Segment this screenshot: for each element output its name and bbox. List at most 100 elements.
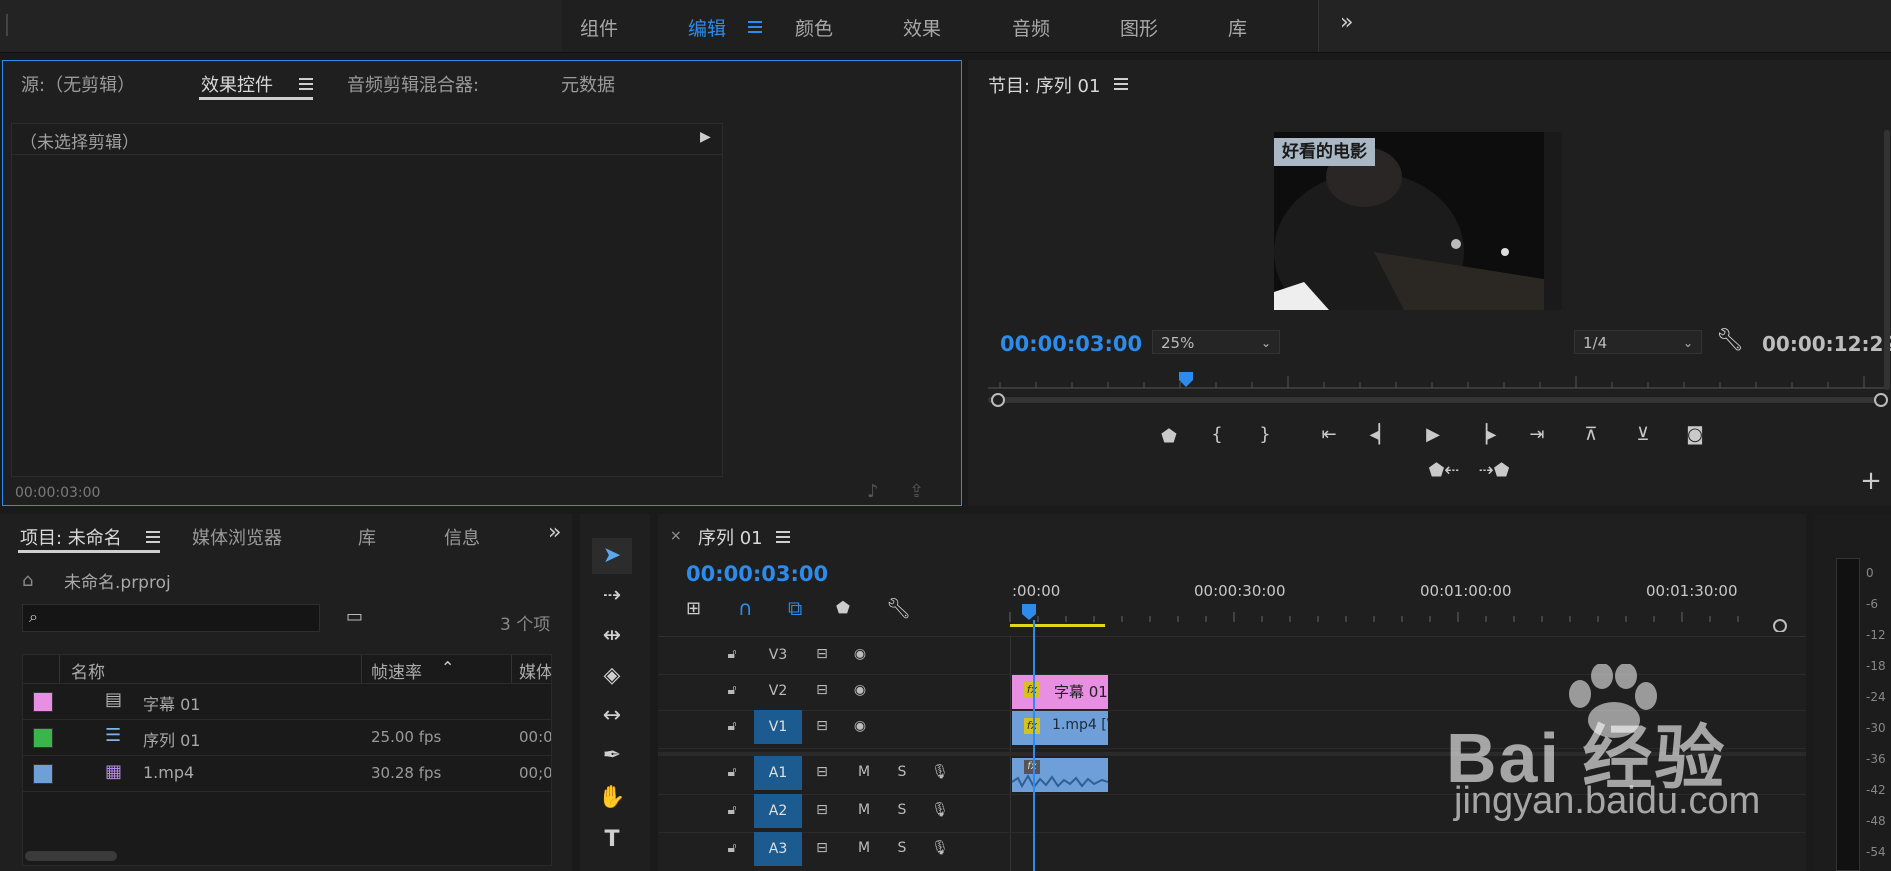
clip-audio[interactable]: fx xyxy=(1012,758,1108,792)
track-label[interactable]: A3 xyxy=(754,832,802,866)
step-back-icon[interactable]: ◂▏ xyxy=(1366,424,1396,445)
timeline-timecode[interactable]: 00:00:03:00 xyxy=(686,562,828,586)
program-current-timecode[interactable]: 00:00:03:00 xyxy=(1000,332,1142,356)
sync-lock-icon[interactable]: ⊟ xyxy=(810,764,834,780)
workspace-editing[interactable]: 编辑 xyxy=(688,14,726,41)
sync-lock-icon[interactable]: ⊟ xyxy=(810,682,834,698)
wrench-icon[interactable]: 🔧︎ xyxy=(1716,328,1744,353)
insert-icon[interactable]: ⬟⇠ xyxy=(1426,460,1462,481)
tab-libraries[interactable]: 库 xyxy=(358,524,376,550)
play-icon[interactable]: ▶ xyxy=(1418,424,1448,445)
filter-audio-icon[interactable]: ♪ xyxy=(867,481,879,502)
hand-tool-icon[interactable]: ✋ xyxy=(592,780,632,816)
nest-icon[interactable]: ⊞ xyxy=(686,598,701,619)
track-label[interactable]: V2 xyxy=(754,674,802,708)
tab-metadata[interactable]: 元数据 xyxy=(561,71,615,97)
mute-button[interactable]: M xyxy=(852,764,876,780)
more-workspaces-icon[interactable]: » xyxy=(1340,10,1353,35)
slip-tool-icon[interactable]: ↔ xyxy=(592,698,632,734)
solo-button[interactable]: S xyxy=(890,802,914,818)
lock-icon[interactable]: 🔓︎ xyxy=(720,802,744,818)
mute-button[interactable]: M xyxy=(852,840,876,856)
lock-icon[interactable]: 🔓︎ xyxy=(720,840,744,856)
track-label[interactable]: A2 xyxy=(754,794,802,828)
list-item[interactable]: ▤ 字幕 01 xyxy=(23,683,551,720)
timeline-playhead-line[interactable] xyxy=(1033,620,1035,871)
panel-menu-icon[interactable] xyxy=(776,531,790,543)
folder-up-icon[interactable]: ⌂ xyxy=(22,570,33,591)
camera-icon[interactable]: ◙ xyxy=(1680,424,1710,445)
column-frame-rate[interactable]: 帧速率 xyxy=(371,658,422,683)
tab-audio-clip-mixer[interactable]: 音频剪辑混合器: xyxy=(347,71,479,97)
clip-caption[interactable]: fx 字幕 01 xyxy=(1012,675,1108,709)
go-to-in-icon[interactable]: ⇤ xyxy=(1314,424,1344,445)
solo-button[interactable]: S xyxy=(890,840,914,856)
workspace-libraries[interactable]: 库 xyxy=(1228,14,1247,41)
column-name[interactable]: 名称 xyxy=(71,658,105,683)
step-forward-icon[interactable]: ▕▸ xyxy=(1470,424,1500,445)
sync-lock-icon[interactable]: ⊟ xyxy=(810,718,834,734)
mark-in-icon[interactable]: { xyxy=(1202,424,1232,445)
sequence-tab[interactable]: 序列 01 xyxy=(698,524,763,550)
tab-info[interactable]: 信息 xyxy=(444,524,480,550)
razor-tool-icon[interactable]: ◈ xyxy=(592,658,632,694)
workspace-menu-icon[interactable] xyxy=(748,21,762,33)
track-label[interactable]: V1 xyxy=(754,710,802,744)
panel-menu-icon[interactable] xyxy=(146,531,160,543)
linked-selection-icon[interactable]: ⧉ xyxy=(788,596,802,620)
sync-lock-icon[interactable]: ⊟ xyxy=(810,802,834,818)
tab-effect-controls[interactable]: 效果控件 xyxy=(201,71,273,97)
extract-icon[interactable]: ⊻ xyxy=(1628,424,1658,445)
workspace-color[interactable]: 颜色 xyxy=(795,14,833,41)
solo-button[interactable]: S xyxy=(890,764,914,780)
sort-ascending-icon[interactable]: ⌃ xyxy=(441,658,454,677)
type-tool-icon[interactable]: T xyxy=(592,822,632,858)
horizontal-scrollbar[interactable] xyxy=(25,851,117,861)
snap-magnet-icon[interactable]: ∩ xyxy=(738,596,753,620)
microphone-icon[interactable]: 🎙︎ xyxy=(928,764,952,780)
microphone-icon[interactable]: 🎙︎ xyxy=(928,840,952,856)
tab-project[interactable]: 项目: 未命名 xyxy=(20,524,122,550)
workspace-assembly[interactable]: 组件 xyxy=(580,14,618,41)
workspace-graphics[interactable]: 图形 xyxy=(1120,14,1158,41)
zoom-select[interactable]: 25% ⌄ xyxy=(1152,330,1280,354)
more-panels-icon[interactable]: » xyxy=(548,520,561,545)
close-sequence-icon[interactable]: × xyxy=(670,528,682,544)
timeline-ruler[interactable] xyxy=(1008,602,1798,632)
lock-icon[interactable]: 🔓︎ xyxy=(720,764,744,780)
add-marker-icon[interactable]: ⬟ xyxy=(1154,426,1184,447)
list-item[interactable]: ☰ 序列 01 25.00 fps 00:0 xyxy=(23,719,551,756)
new-bin-icon[interactable]: ▭ xyxy=(346,606,363,627)
program-time-ruler[interactable] xyxy=(988,360,1888,420)
track-select-tool-icon[interactable]: ⇢ xyxy=(592,578,632,614)
add-button-icon[interactable]: + xyxy=(1856,466,1886,496)
track-label[interactable]: A1 xyxy=(754,756,802,790)
mute-button[interactable]: M xyxy=(852,802,876,818)
tab-source[interactable]: 源:（无剪辑） xyxy=(21,71,135,97)
panel-menu-icon[interactable] xyxy=(1114,78,1128,90)
sync-lock-icon[interactable]: ⊟ xyxy=(810,646,834,662)
vertical-scrollbar[interactable] xyxy=(1884,130,1890,390)
lock-icon[interactable]: 🔓︎ xyxy=(720,646,744,662)
ripple-edit-tool-icon[interactable]: ⇹ xyxy=(592,618,632,654)
selection-tool-icon[interactable]: ➤ xyxy=(592,538,632,574)
workspace-audio[interactable]: 音频 xyxy=(1012,14,1050,41)
mark-out-icon[interactable]: } xyxy=(1250,424,1280,445)
pen-tool-icon[interactable]: ✒ xyxy=(592,738,632,774)
label-color-swatch[interactable] xyxy=(33,728,53,748)
sync-lock-icon[interactable]: ⊟ xyxy=(810,840,834,856)
expand-arrow-icon[interactable]: ▶ xyxy=(700,129,711,145)
label-color-swatch[interactable] xyxy=(33,692,53,712)
eye-icon[interactable]: ◉ xyxy=(848,646,872,662)
workspace-effects[interactable]: 效果 xyxy=(903,14,941,41)
lock-icon[interactable]: 🔓︎ xyxy=(720,718,744,734)
track-label[interactable]: V3 xyxy=(754,638,802,672)
panel-menu-icon[interactable] xyxy=(299,78,313,90)
label-color-swatch[interactable] xyxy=(33,764,53,784)
overwrite-icon[interactable]: ⇢⬟ xyxy=(1476,460,1512,481)
go-to-out-icon[interactable]: ⇥ xyxy=(1522,424,1552,445)
microphone-icon[interactable]: 🎙︎ xyxy=(928,802,952,818)
lock-icon[interactable]: 🔓︎ xyxy=(720,682,744,698)
eye-icon[interactable]: ◉ xyxy=(848,682,872,698)
add-marker-icon[interactable]: ⬟ xyxy=(836,598,850,617)
